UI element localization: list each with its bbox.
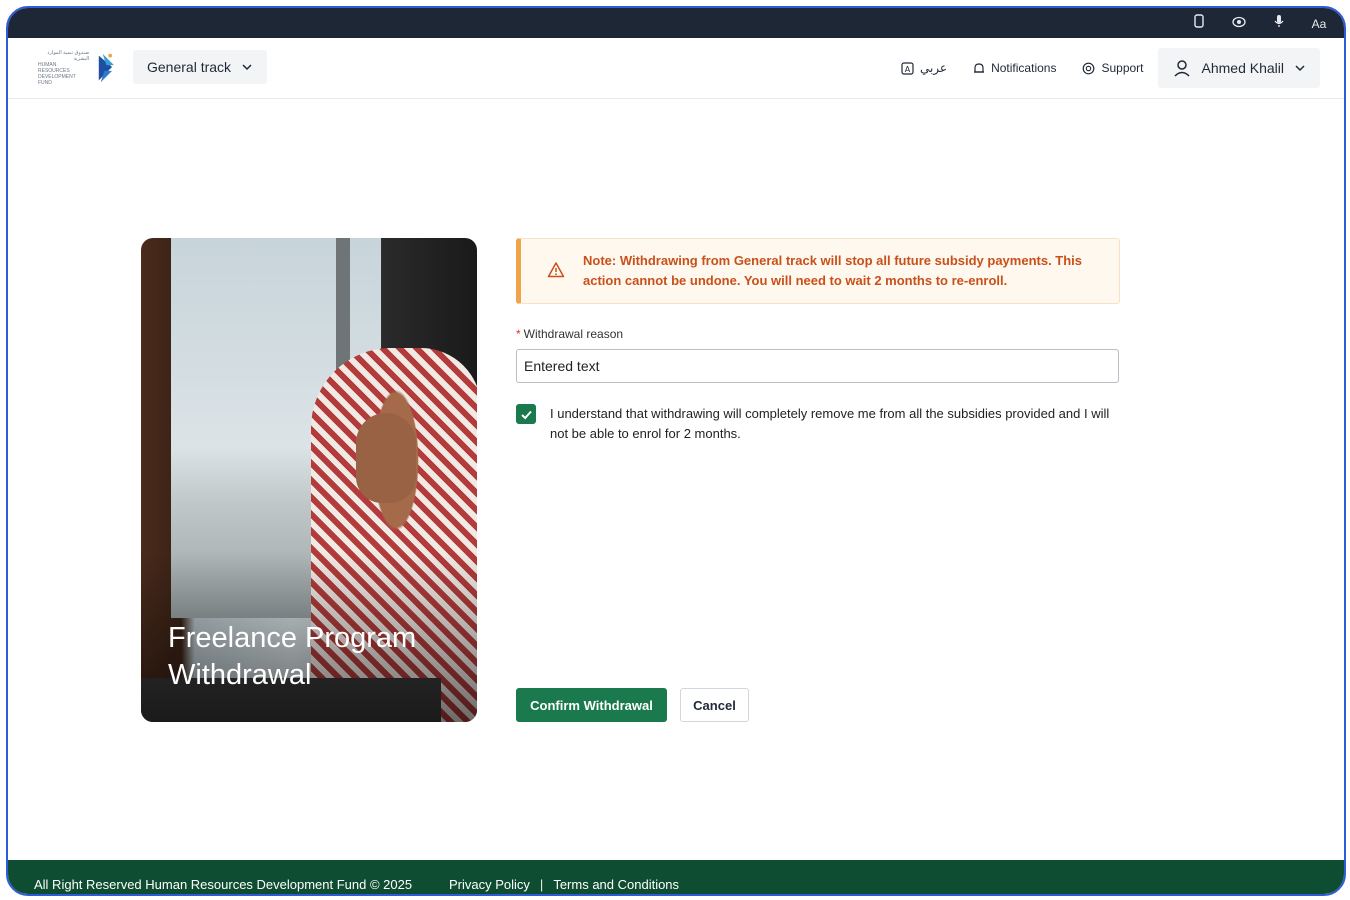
- user-name: Ahmed Khalil: [1201, 60, 1285, 76]
- top-navigation: صندوق تنمية الموارد البشرية HUMAN RESOUR…: [8, 38, 1344, 99]
- footer: All Right Reserved Human Resources Devel…: [8, 860, 1344, 894]
- notifications-link[interactable]: Notifications: [973, 61, 1056, 75]
- microphone-icon[interactable]: [1270, 14, 1288, 33]
- hero-title: Freelance Program Withdrawal: [168, 622, 417, 691]
- phone-icon[interactable]: [1190, 14, 1208, 33]
- chevron-down-icon: [242, 64, 252, 71]
- cancel-button[interactable]: Cancel: [680, 688, 749, 722]
- language-switch[interactable]: A عربي: [901, 61, 947, 75]
- required-mark: *: [516, 327, 521, 341]
- terms-link[interactable]: Terms and Conditions: [553, 877, 679, 892]
- support-link[interactable]: Support: [1082, 61, 1144, 75]
- privacy-policy-link[interactable]: Privacy Policy: [449, 877, 530, 892]
- user-icon: [1173, 60, 1190, 77]
- warning-icon: [547, 262, 565, 278]
- warning-notice: Note: Withdrawing from General track wil…: [516, 238, 1120, 304]
- logo-text-english: HUMAN RESOURCES DEVELOPMENT FUND: [38, 62, 76, 86]
- check-icon: [520, 410, 532, 419]
- bell-icon: [974, 62, 985, 73]
- acknowledgement-checkbox[interactable]: [516, 404, 536, 424]
- track-dropdown[interactable]: General track: [133, 50, 268, 84]
- withdrawal-reason-label: * Withdrawal reason: [516, 327, 624, 341]
- footer-separator: |: [539, 877, 544, 892]
- track-dropdown-label: General track: [147, 59, 232, 75]
- svg-text:A: A: [905, 65, 911, 74]
- translate-icon: A: [901, 61, 914, 75]
- support-icon: [1083, 62, 1095, 74]
- warning-message: Note: Withdrawing from General track wil…: [583, 253, 1083, 288]
- acknowledgement-text: I understand that withdrawing will compl…: [550, 406, 1110, 441]
- logo-mark-icon: [98, 53, 115, 83]
- logo-text-arabic: صندوق تنمية الموارد البشرية: [47, 50, 90, 62]
- system-toolbar: Aa: [8, 8, 1344, 38]
- hrdf-logo[interactable]: صندوق تنمية الموارد البشرية HUMAN RESOUR…: [38, 50, 116, 86]
- text-size-icon[interactable]: Aa: [1310, 15, 1328, 33]
- app-frame: Aa صندوق تنمية الموارد البشرية HUMAN RES…: [6, 6, 1346, 896]
- chevron-down-icon: [1295, 65, 1305, 72]
- eye-icon[interactable]: [1230, 15, 1248, 33]
- confirm-withdrawal-button[interactable]: Confirm Withdrawal: [516, 688, 667, 722]
- notifications-label: Notifications: [991, 61, 1057, 75]
- copyright-text: All Right Reserved Human Resources Devel…: [34, 877, 413, 892]
- user-menu[interactable]: Ahmed Khalil: [1157, 48, 1320, 88]
- withdrawal-reason-input[interactable]: [516, 349, 1119, 383]
- language-label: عربي: [919, 61, 948, 75]
- support-label: Support: [1101, 61, 1144, 75]
- hero-image-card: Freelance Program Withdrawal: [141, 238, 477, 722]
